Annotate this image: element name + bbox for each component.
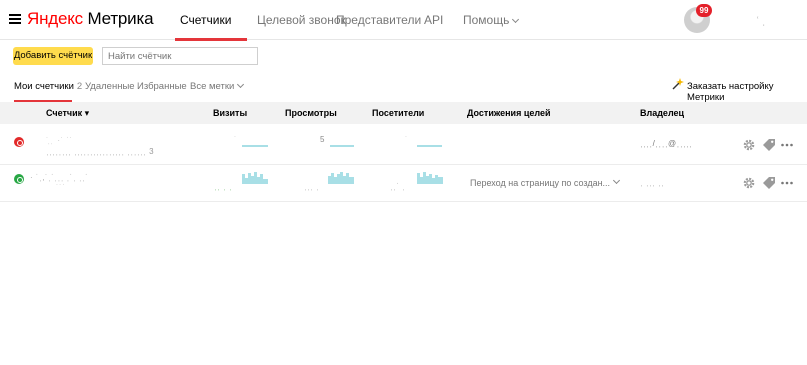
tag-icon[interactable] <box>762 138 776 152</box>
views-value: 5 <box>320 135 325 144</box>
magic-wand-icon <box>672 78 684 90</box>
tab-target-call[interactable]: Целевой звонок <box>257 13 346 27</box>
more-icon[interactable] <box>780 176 794 190</box>
col-views[interactable]: Просмотры <box>285 108 337 118</box>
tab-representatives[interactable]: Представители <box>336 13 421 27</box>
visits-value: ˙ <box>234 135 238 144</box>
user-name[interactable]: ʿ ˌ <box>756 16 765 27</box>
subtab-all-tags[interactable]: Все метки <box>190 80 245 92</box>
top-bar: Яндекс Метрика Счетчики Целевой звонок П… <box>0 0 807 41</box>
subtab-favorites[interactable]: Избранные <box>137 81 187 92</box>
gear-icon[interactable] <box>742 138 756 152</box>
visitors-sparkline <box>417 145 442 147</box>
views-value: ˌˌˌ ˌ <box>304 182 320 191</box>
tab-api[interactable]: API <box>424 13 443 27</box>
views-sparkline <box>328 172 354 184</box>
subtab-deleted[interactable]: Удаленные <box>85 81 135 92</box>
col-visitors[interactable]: Посетители <box>372 108 424 118</box>
status-icon <box>14 174 24 184</box>
visitors-value: ˙ <box>405 135 409 144</box>
search-input[interactable] <box>102 47 258 65</box>
visits-sparkline <box>242 145 268 147</box>
tab-help-label: Помощь <box>463 13 510 27</box>
col-counter[interactable]: Счетчик ▾ <box>46 108 89 119</box>
visits-value: ˌˌ ˌ ˌ <box>214 182 233 191</box>
col-visits[interactable]: Визиты <box>213 108 247 118</box>
logo-brand: Яндекс <box>27 9 83 28</box>
active-tab-indicator <box>175 38 247 41</box>
chevron-down-icon[interactable] <box>612 176 621 185</box>
owner-value: ˌ ˌˌˌ ˌˌ <box>640 178 665 187</box>
subtab-all-tags-label: Все метки <box>190 81 235 92</box>
order-setup-link[interactable]: Заказать настройку Метрики <box>687 81 807 103</box>
counter-url: ˙˙˙ <box>56 183 66 192</box>
views-sparkline <box>330 145 354 147</box>
subtab-my-counters[interactable]: Мои счетчики 2 <box>14 81 82 92</box>
tab-counters[interactable]: Счетчики <box>180 13 231 27</box>
col-goals[interactable]: Достижения целей <box>467 108 551 118</box>
logo-product: Метрика <box>87 9 154 28</box>
owner-value: ˌˌˌˌ/ˌˌˌˌ@ˌˌˌˌˌ <box>640 139 693 148</box>
visitors-value: ˌˌ˙ ˌ <box>390 182 406 191</box>
menu-icon[interactable] <box>9 14 21 24</box>
status-icon <box>14 137 24 147</box>
table-row[interactable]: ˙ ̣ ̣ ·˙ ˙˙ ˌˌˌˌˌˌˌˌ ˌˌˌˌˌˌˌˌˌˌˌˌˌˌˌˌ ˌˌ… <box>0 125 807 165</box>
counter-name[interactable]: · ˙ˌ,˙ˌ˙ˌˌˌ ˌ˙ˌ ˌˌ˙ <box>30 173 88 182</box>
tag-icon[interactable] <box>762 176 776 190</box>
subtab-count: 2 <box>76 81 83 92</box>
tab-help[interactable]: Помощь <box>463 13 520 27</box>
logo[interactable]: Яндекс Метрика <box>27 9 154 29</box>
table-row[interactable]: · ˙ˌ,˙ˌ˙ˌˌˌ ˌ˙ˌ ˌˌ˙ ˙˙˙ ˌˌ ˌ ˌ ˌˌˌ ˌ ˌˌ˙… <box>0 165 807 202</box>
subtab-my-counters-label: Мои счетчики <box>14 81 74 92</box>
notifications-badge: 99 <box>696 4 712 17</box>
gear-icon[interactable] <box>742 176 756 190</box>
visitors-sparkline <box>417 172 443 184</box>
chevron-down-icon <box>512 15 520 24</box>
counter-url: ˌˌˌˌˌˌˌˌ ˌˌˌˌˌˌˌˌˌˌˌˌˌˌˌˌ ˌˌˌˌˌˌ 3 <box>46 147 155 156</box>
chevron-down-icon <box>237 80 245 89</box>
counter-name[interactable]: ˙ ̣ ̣ ·˙ ˙˙ <box>46 136 73 145</box>
add-counter-button[interactable]: Добавить счётчик <box>13 47 93 65</box>
visits-sparkline <box>242 172 268 184</box>
col-owner[interactable]: Владелец <box>640 108 684 118</box>
more-icon[interactable] <box>780 138 794 152</box>
goal-select[interactable]: Переход на страницу по создан... <box>470 178 610 188</box>
